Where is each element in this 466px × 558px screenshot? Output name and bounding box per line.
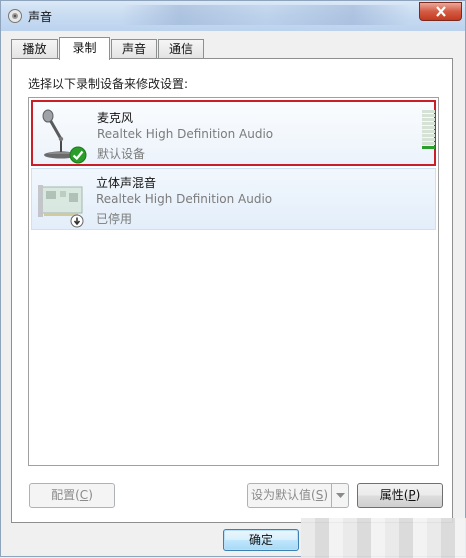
tab-recording[interactable]: 录制 [59,37,110,60]
properties-button[interactable]: 属性(P) [357,483,443,508]
level-segment [422,130,435,133]
title-bar-blur [121,5,411,25]
level-segment [422,134,435,137]
device-item-stereo-mix[interactable]: 立体声混音 Realtek High Definition Audio 已停用 [31,168,436,230]
input-level-meter [422,110,435,150]
down-arrow-badge-icon [70,214,84,228]
device-item-microphone[interactable]: 麦克风 Realtek High Definition Audio 默认设备 [31,100,436,166]
close-icon [436,6,446,17]
level-segment [422,146,435,149]
tab-sounds[interactable]: 声音 [111,39,157,58]
device-name: 麦克风 [97,111,134,125]
instruction-text: 选择以下录制设备来修改设置: [28,77,189,91]
device-driver: Realtek High Definition Audio [96,192,273,206]
level-segment [422,126,435,129]
device-name: 立体声混音 [96,176,157,190]
title-bar[interactable]: 声音 [1,1,465,31]
sound-dialog: 声音 播放 录制 声音 通信 选择以下录制设备来修改设置: 麦克风 Realte… [0,0,466,558]
device-status: 已停用 [96,212,133,226]
level-segment [422,110,435,113]
green-check-icon [69,146,87,164]
level-segment [422,122,435,125]
level-segment [422,118,435,121]
device-status: 默认设备 [97,147,146,161]
set-default-dropdown-button[interactable] [331,483,349,508]
tab-panel: 选择以下录制设备来修改设置: 麦克风 Realtek High Definiti [11,58,453,523]
window-title: 声音 [28,10,53,24]
device-driver: Realtek High Definition Audio [97,127,274,141]
tab-communications[interactable]: 通信 [158,39,204,58]
speaker-icon [8,9,22,23]
tab-playback[interactable]: 播放 [11,39,58,58]
level-segment [422,138,435,141]
obscured-buttons-area [301,518,466,558]
set-default-button[interactable]: 设为默认值(S) [247,483,332,508]
level-segment [422,114,435,117]
level-segment [422,142,435,145]
configure-button[interactable]: 配置(C) [29,483,115,508]
ok-button[interactable]: 确定 [223,529,299,551]
close-button[interactable] [419,2,462,21]
chevron-down-icon [336,493,345,498]
device-list: 麦克风 Realtek High Definition Audio 默认设备 立… [28,97,439,466]
